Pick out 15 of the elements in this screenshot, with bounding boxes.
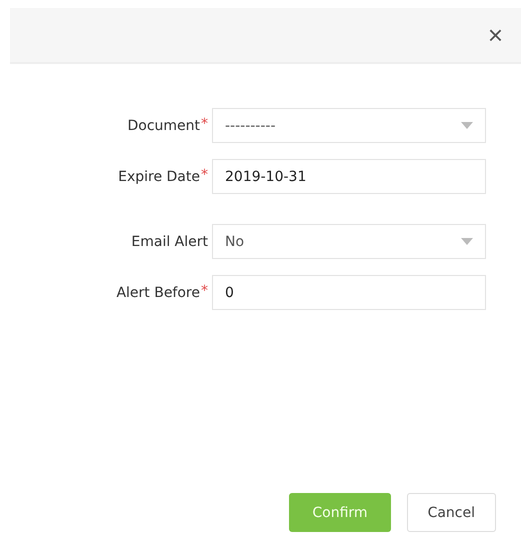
close-button[interactable]: ×	[484, 22, 507, 48]
dropdown-caret-icon	[461, 122, 473, 129]
select-field[interactable]: No	[212, 224, 486, 259]
select-field[interactable]: ----------	[212, 108, 486, 143]
input-field[interactable]: 2019-10-31	[212, 159, 486, 194]
cancel-button[interactable]: Cancel	[406, 493, 496, 532]
field-label: Email Alert	[131, 234, 208, 250]
dropdown-caret-icon	[461, 238, 473, 245]
required-mark: *	[201, 116, 208, 132]
required-mark: *	[201, 166, 208, 182]
field-label: Alert Before	[116, 284, 200, 300]
input-field[interactable]: 0	[212, 275, 486, 310]
required-mark: *	[201, 282, 208, 298]
field-label: Expire Date	[118, 168, 200, 184]
field-label: Document	[127, 118, 200, 134]
